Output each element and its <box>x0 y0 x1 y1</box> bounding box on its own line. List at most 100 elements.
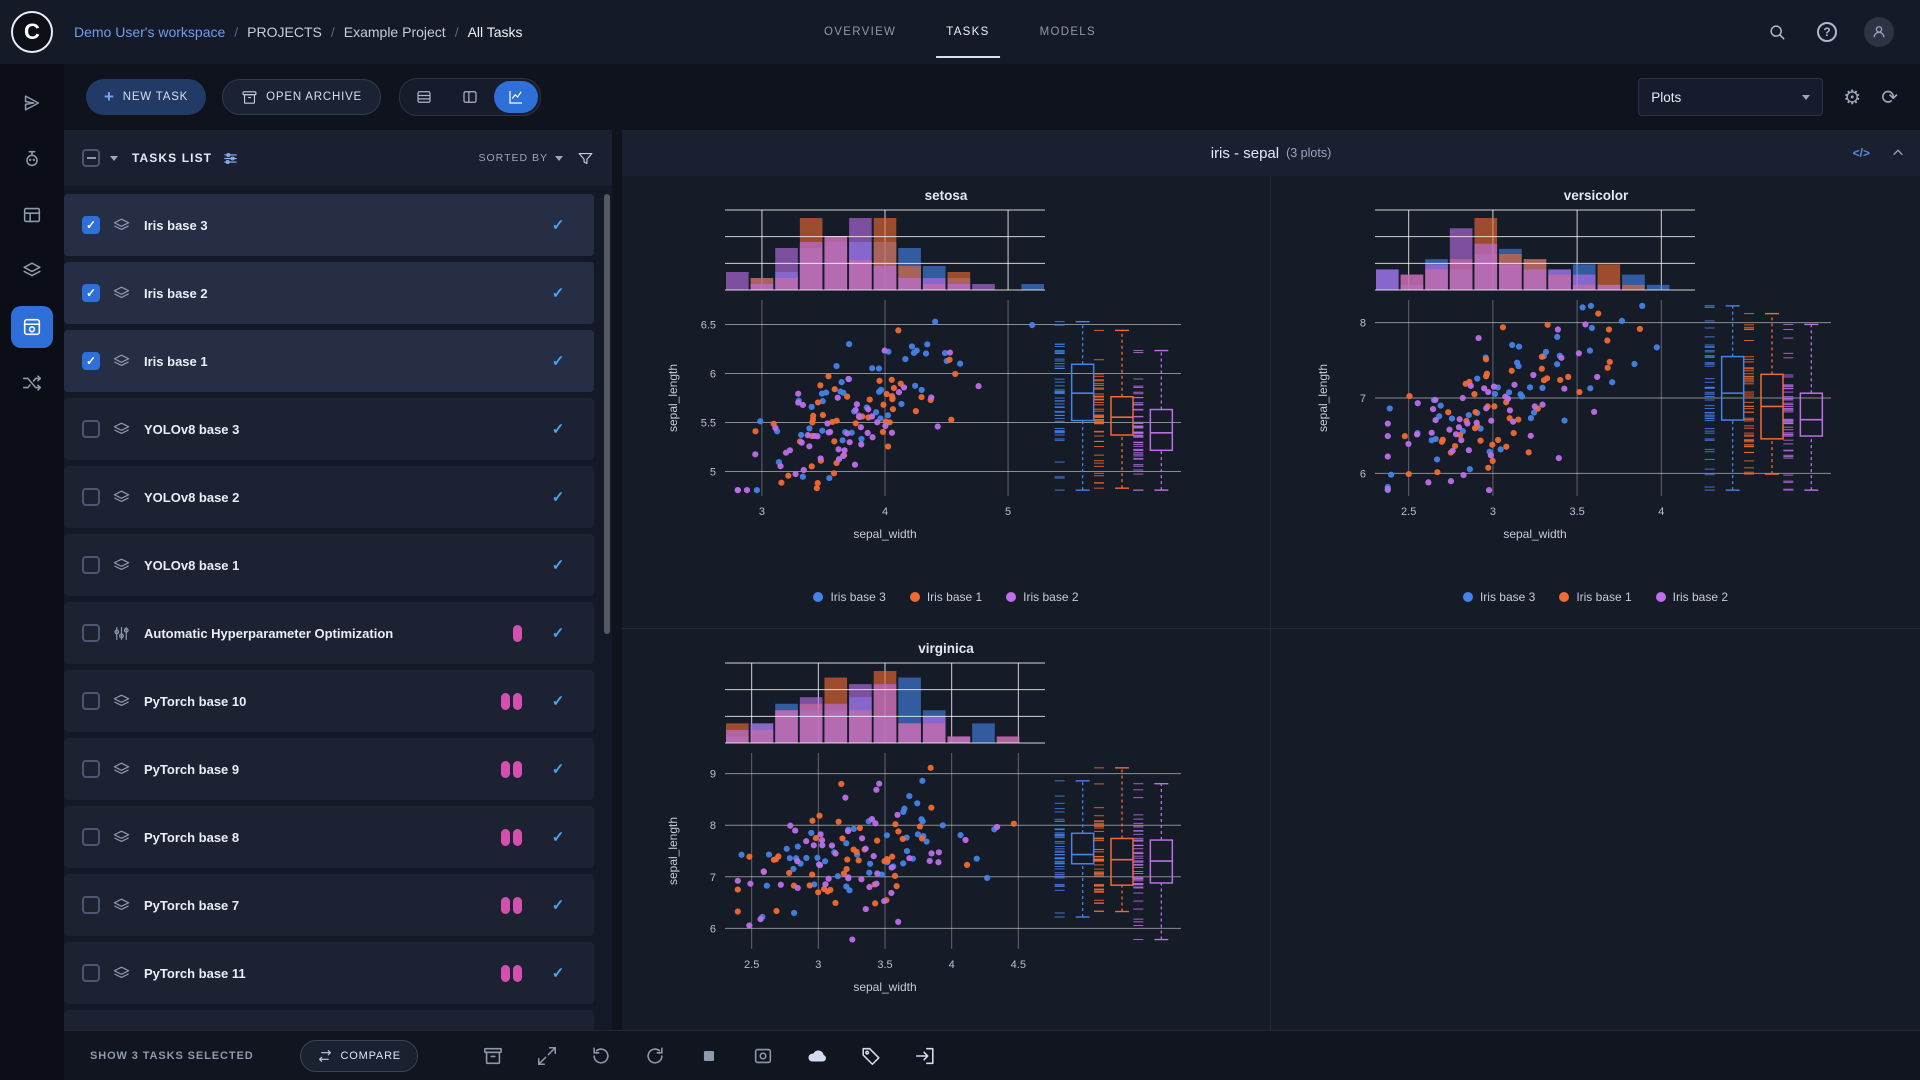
reports-icon <box>21 204 43 226</box>
tab-overview[interactable]: OVERVIEW <box>804 0 916 64</box>
filter-icon[interactable] <box>577 150 594 167</box>
workers-icon <box>21 372 43 394</box>
publish-button[interactable] <box>798 1037 836 1075</box>
task-row[interactable]: YOLOv8 base 3 <box>64 398 594 460</box>
task-type-icon <box>112 692 132 711</box>
legend-item[interactable]: Iris base 1 <box>910 590 982 604</box>
completed-check-icon <box>548 352 568 370</box>
legend-item[interactable]: Iris base 3 <box>1463 590 1535 604</box>
legend-item[interactable]: Iris base 3 <box>813 590 885 604</box>
task-checkbox[interactable] <box>82 284 100 302</box>
task-checkbox[interactable] <box>82 488 100 506</box>
task-type-icon <box>112 556 132 575</box>
task-row[interactable]: PyTorch base 10 <box>64 670 594 732</box>
plot-canvas-setosa[interactable]: 55.566.5345setosasepal_widthsepal_length <box>661 182 1231 590</box>
task-badges <box>501 761 522 778</box>
settings-gear-icon[interactable] <box>1843 85 1861 110</box>
chart-view-button[interactable] <box>494 81 538 113</box>
breadcrumb-separator: / <box>455 24 459 40</box>
legend-label: Iris base 3 <box>830 590 885 604</box>
task-row[interactable]: Iris base 1 <box>64 330 594 392</box>
archive-button[interactable] <box>474 1037 512 1075</box>
task-checkbox[interactable] <box>82 964 100 982</box>
tab-models[interactable]: MODELS <box>1020 0 1116 64</box>
refresh-icon[interactable] <box>1881 85 1898 110</box>
reset-button[interactable] <box>636 1037 674 1075</box>
collapse-chevron-icon[interactable] <box>1890 145 1906 161</box>
move-to-button[interactable] <box>906 1037 944 1075</box>
task-row[interactable]: PyTorch base 5 <box>64 1010 594 1030</box>
search-icon[interactable] <box>1764 19 1790 45</box>
table-view-button[interactable] <box>402 81 446 113</box>
breadcrumb-item[interactable]: PROJECTS <box>247 24 322 40</box>
task-checkbox[interactable] <box>82 420 100 438</box>
task-row[interactable]: PyTorch base 7 <box>64 874 594 936</box>
completed-check-icon <box>548 420 568 438</box>
task-row[interactable]: Iris base 2 <box>64 262 594 324</box>
legend-item[interactable]: Iris base 2 <box>1656 590 1728 604</box>
task-checkbox[interactable] <box>82 896 100 914</box>
task-row[interactable]: Iris base 3 <box>64 194 594 256</box>
task-row[interactable]: YOLOv8 base 2 <box>64 466 594 528</box>
task-row[interactable]: PyTorch base 8 <box>64 806 594 868</box>
compare-button[interactable]: COMPARE <box>300 1040 418 1072</box>
task-checkbox[interactable] <box>82 216 100 234</box>
retry-button[interactable] <box>582 1037 620 1075</box>
svg-text:3.5: 3.5 <box>1569 506 1584 518</box>
task-checkbox[interactable] <box>82 692 100 710</box>
task-checkbox[interactable] <box>82 828 100 846</box>
task-checkbox[interactable] <box>82 624 100 642</box>
app-logo[interactable]: C <box>0 11 64 53</box>
new-task-button[interactable]: + NEW TASK <box>86 79 206 115</box>
select-all-checkbox[interactable] <box>82 149 100 167</box>
capture-button[interactable] <box>744 1037 782 1075</box>
select-all-chevron-icon[interactable] <box>110 156 118 161</box>
sidebar-item-pipelines[interactable] <box>11 250 53 292</box>
tasks-scrollbar[interactable] <box>604 194 610 634</box>
breadcrumb-item[interactable]: All Tasks <box>468 24 523 40</box>
task-checkbox[interactable] <box>82 760 100 778</box>
help-icon[interactable] <box>1814 19 1840 45</box>
tags-icon <box>860 1045 882 1067</box>
status-badge <box>513 761 522 778</box>
plot-canvas-versicolor[interactable]: 6782.533.54versicolorsepal_widthsepal_le… <box>1311 182 1881 590</box>
chart-view-icon <box>507 88 525 106</box>
plot-canvas-virginica[interactable]: 67892.533.544.5virginicasepal_widthsepal… <box>661 635 1231 1030</box>
task-checkbox[interactable] <box>82 556 100 574</box>
sidebar-item-workers[interactable] <box>11 362 53 404</box>
task-checkbox[interactable] <box>82 352 100 370</box>
user-avatar[interactable] <box>1864 17 1894 47</box>
breadcrumb-item[interactable]: Demo User's workspace <box>74 24 225 40</box>
clone-button[interactable] <box>528 1037 566 1075</box>
completed-check-icon <box>548 760 568 778</box>
split-view-button[interactable] <box>448 81 492 113</box>
metric-view-dropdown[interactable]: Plots <box>1638 78 1823 116</box>
status-badge <box>513 829 522 846</box>
legend-item[interactable]: Iris base 1 <box>1559 590 1631 604</box>
tasks-list-title: TASKS LIST <box>132 151 212 165</box>
sidebar-item-models[interactable] <box>11 138 53 180</box>
completed-check-icon <box>548 964 568 982</box>
customize-columns-icon[interactable] <box>222 150 239 167</box>
svg-text:8: 8 <box>710 820 716 832</box>
task-name: PyTorch base 11 <box>144 966 246 981</box>
svg-text:4.5: 4.5 <box>1011 959 1026 971</box>
tab-tasks[interactable]: TASKS <box>926 0 1009 64</box>
sidebar-item-applications[interactable] <box>11 306 53 348</box>
task-row[interactable]: Automatic Hyperparameter Optimization <box>64 602 594 664</box>
legend-item[interactable]: Iris base 2 <box>1006 590 1078 604</box>
task-type-icon <box>112 964 132 983</box>
task-row[interactable]: YOLOv8 base 1 <box>64 534 594 596</box>
open-archive-button[interactable]: OPEN ARCHIVE <box>222 79 381 115</box>
breadcrumb-item[interactable]: Example Project <box>344 24 446 40</box>
task-row[interactable]: PyTorch base 11 <box>64 942 594 1004</box>
embed-code-icon[interactable] <box>1853 146 1870 160</box>
tags-button[interactable] <box>852 1037 890 1075</box>
sorted-by-dropdown[interactable]: SORTED BY <box>479 152 564 164</box>
sidebar-item-dashboard[interactable] <box>11 82 53 124</box>
abort-button[interactable] <box>690 1037 728 1075</box>
legend-label: Iris base 1 <box>1576 590 1631 604</box>
show-selected-button[interactable]: SHOW 3 TASKS SELECTED <box>90 1050 254 1062</box>
sidebar-item-reports[interactable] <box>11 194 53 236</box>
task-row[interactable]: PyTorch base 9 <box>64 738 594 800</box>
